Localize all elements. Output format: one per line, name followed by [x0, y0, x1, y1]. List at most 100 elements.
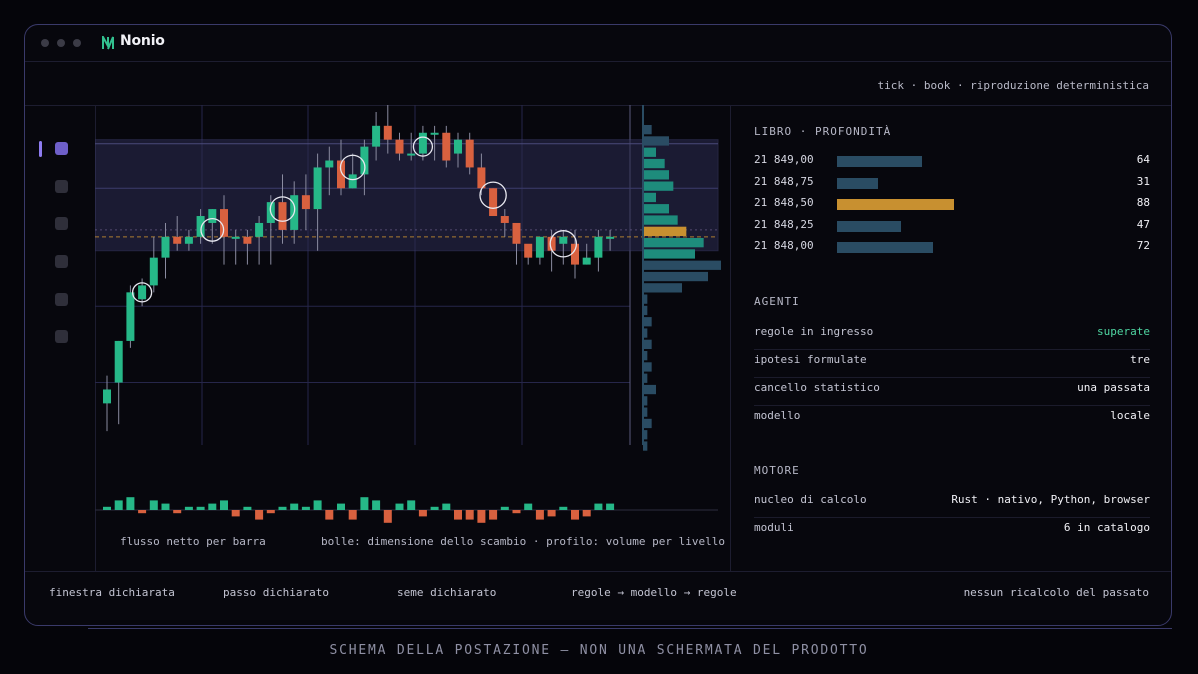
candle-body — [149, 257, 158, 286]
header-subtitle: tick · book · riproduzione deterministic… — [877, 79, 1149, 92]
profile-bar — [643, 238, 704, 248]
candle-body — [196, 216, 205, 237]
book-price: 21 848,00 — [754, 239, 814, 252]
net-flow-bar — [161, 503, 170, 510]
profile-bar — [643, 147, 656, 157]
profile-bar — [643, 283, 682, 293]
net-flow-bar — [442, 503, 451, 510]
net-flow-bar — [535, 510, 544, 520]
net-flow-bar — [407, 500, 416, 510]
net-flow-bar — [325, 510, 334, 520]
agents-value: tre — [1130, 353, 1150, 366]
net-flow-bar — [220, 500, 228, 510]
frame-underline — [88, 628, 1172, 629]
net-flow-bar — [301, 506, 310, 510]
book-quantity: 47 — [1136, 217, 1150, 231]
net-flow-bar — [266, 510, 275, 514]
profile-bar — [643, 181, 674, 191]
footer-item-step: passo dichiarato — [223, 586, 329, 599]
candle-body — [313, 167, 322, 210]
net-flow-bar — [383, 510, 392, 523]
book-title: LIBRO · PROFONDITÀ — [754, 125, 892, 138]
footer-item-window: finestra dichiarata — [49, 586, 175, 599]
candle-body — [278, 202, 287, 230]
title-bar: Nonio — [25, 25, 1171, 62]
candle-body — [524, 243, 533, 258]
footer-item-seed: seme dichiarato — [397, 586, 497, 599]
net-flow-bar — [594, 503, 603, 510]
sidebar-item-5[interactable] — [55, 293, 68, 306]
candle-body — [103, 389, 111, 404]
net-flow-bar — [524, 503, 533, 510]
net-flow-bar — [559, 506, 568, 510]
profile-bar — [643, 260, 721, 270]
candle-body — [418, 132, 427, 154]
profile-bar — [643, 249, 695, 259]
candle-body — [255, 222, 264, 237]
price-chart[interactable] — [95, 105, 729, 541]
sidebar-item-2[interactable] — [55, 180, 68, 193]
book-quantity: 72 — [1136, 239, 1150, 252]
net-flow-bar — [477, 510, 486, 523]
net-flow-bar — [290, 503, 299, 510]
schema-caption: SCHEMA DELLA POSTAZIONE — NON UNA SCHERM… — [329, 643, 869, 658]
window-dot-maximize[interactable] — [73, 39, 81, 47]
candle-body — [243, 236, 252, 244]
profile-bar — [643, 158, 665, 169]
profile-bar — [643, 418, 652, 429]
net-flow-bar — [500, 506, 509, 510]
candle-body — [208, 209, 217, 223]
candle-body — [442, 132, 451, 161]
book-price: 21 848,75 — [754, 174, 814, 188]
window-dot-minimize[interactable] — [57, 39, 65, 47]
candle-body — [372, 125, 381, 147]
panel-divider — [730, 105, 731, 571]
agents-key: ipotesi formulate — [754, 353, 867, 366]
agents-value: una passata — [1077, 381, 1150, 394]
candle-body — [500, 216, 509, 223]
profile-bar — [643, 226, 687, 236]
candle-body — [383, 125, 392, 140]
agents-row: cancello statistico una passata — [754, 377, 1150, 406]
sidebar-item-6[interactable] — [55, 330, 68, 343]
active-indicator — [39, 141, 42, 157]
engine-row: nucleo di calcolo Rust · nativo, Python, … — [754, 489, 1150, 518]
candle-body — [231, 236, 240, 239]
net-flow-bar — [184, 506, 193, 510]
footer-item-norecalc: nessun ricalcolo del passato — [963, 586, 1149, 599]
net-flow-bar — [278, 506, 287, 510]
window-dot-close[interactable] — [41, 39, 49, 47]
net-flow-bar — [547, 510, 556, 517]
candle-body — [395, 139, 404, 154]
sidebar-item-3[interactable] — [55, 217, 68, 230]
sidebar-item-1[interactable] — [55, 142, 68, 155]
legend-caption: bolle: dimensione dello scambio · profil… — [321, 535, 725, 548]
net-flow-bar — [489, 510, 498, 520]
candle-body — [173, 236, 182, 244]
book-quantity: 88 — [1136, 196, 1150, 209]
engine-key: moduli — [754, 521, 794, 534]
candle-body — [325, 160, 334, 168]
net-flow-bar — [606, 503, 615, 510]
net-flow-bar — [512, 510, 521, 514]
candle-body — [454, 139, 462, 154]
net-flow-bar — [430, 506, 439, 510]
sidebar-item-4[interactable] — [55, 255, 68, 268]
candle-body — [465, 139, 474, 168]
candle-body — [512, 222, 521, 244]
book-row: 21 848,75 31 — [754, 175, 1150, 191]
book-quantity: 64 — [1136, 153, 1150, 166]
net-flow-bar — [582, 510, 591, 517]
candle-body — [161, 236, 170, 258]
net-flow-bar — [465, 510, 474, 520]
book-row: 21 848,25 47 — [754, 218, 1150, 234]
candle-body — [430, 132, 439, 135]
candle-body — [559, 236, 568, 244]
app-name: Nonio — [120, 33, 165, 49]
candle-body — [114, 340, 123, 383]
profile-bar — [643, 339, 652, 349]
engine-value: Rust · nativo, Python, browser — [951, 493, 1150, 506]
profile-bar — [643, 170, 669, 180]
footer-divider — [25, 571, 1171, 572]
net-flow-bar — [395, 503, 404, 510]
